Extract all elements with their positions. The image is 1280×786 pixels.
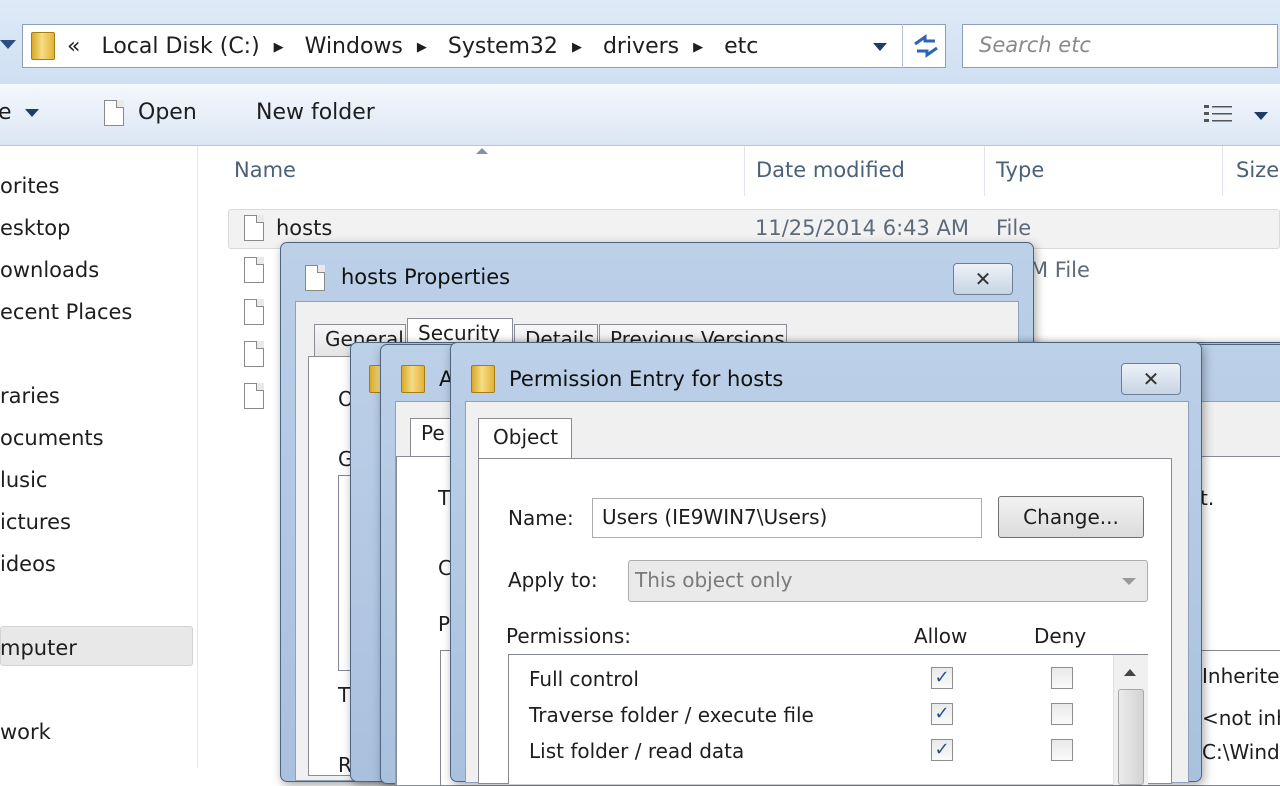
- refresh-icon[interactable]: [902, 24, 948, 68]
- file-type: File: [996, 216, 1032, 240]
- sort-ascending-icon: [476, 148, 488, 154]
- breadcrumb-drivers[interactable]: drivers: [603, 34, 679, 59]
- file-icon: [244, 383, 264, 409]
- scrollbar[interactable]: [1113, 655, 1148, 785]
- column-header-name[interactable]: Name: [234, 146, 296, 208]
- open-button[interactable]: Open: [138, 100, 197, 125]
- file-name[interactable]: hosts: [276, 216, 332, 240]
- dialog-title: hosts Properties: [341, 265, 511, 289]
- permission-name: Traverse folder / execute file: [529, 703, 814, 727]
- breadcrumb-etc[interactable]: etc: [724, 34, 758, 59]
- partial-label: T: [438, 486, 451, 510]
- nav-item-recent-places[interactable]: ecent Places: [0, 300, 132, 324]
- chevron-down-icon: [24, 109, 39, 117]
- name-field[interactable]: Users (IE9WIN7\Users): [592, 498, 982, 538]
- permission-name: List folder / read data: [529, 739, 745, 763]
- nav-item-videos[interactable]: ideos: [0, 552, 56, 576]
- name-label: Name:: [508, 506, 574, 530]
- file-date: 11/25/2014 6:43 AM: [755, 216, 970, 240]
- file-icon: [244, 341, 264, 367]
- chevron-right-icon[interactable]: ▶: [417, 40, 427, 55]
- dialog-body: Object Name: Users (IE9WIN7\Users) Chang…: [465, 401, 1189, 785]
- partial-label: T: [338, 683, 351, 707]
- chevron-right-icon[interactable]: ▶: [572, 40, 582, 55]
- command-bar: e Open New folder: [0, 84, 1280, 146]
- deny-checkbox[interactable]: [1051, 739, 1073, 761]
- nav-item-libraries[interactable]: raries: [0, 384, 60, 408]
- column-divider[interactable]: [744, 146, 745, 196]
- explorer-titlebar: « Local Disk (C:) ▶ Windows ▶ System32 ▶ dr…: [0, 0, 1280, 84]
- breadcrumb-overflow[interactable]: «: [67, 34, 80, 59]
- organize-label: e: [0, 100, 12, 125]
- file-type: M File: [1030, 258, 1090, 282]
- deny-checkbox[interactable]: [1051, 703, 1073, 725]
- table-cell[interactable]: C:\Windo: [1202, 740, 1280, 764]
- file-icon: [244, 299, 264, 325]
- close-button[interactable]: ✕: [953, 263, 1013, 295]
- chevron-right-icon[interactable]: ▶: [693, 40, 703, 55]
- column-header-inherited[interactable]: Inherited: [1202, 664, 1280, 688]
- tab-object[interactable]: Object: [478, 418, 572, 458]
- folder-icon: [471, 365, 495, 393]
- column-header-type[interactable]: Type: [996, 146, 1044, 208]
- description-text-end: t.: [1200, 486, 1215, 510]
- close-button[interactable]: ✕: [1121, 363, 1181, 395]
- column-divider[interactable]: [984, 146, 985, 196]
- dialog-title: Permission Entry for hosts: [509, 367, 784, 391]
- permissions-list: Full control ✓ Traverse folder / execute…: [508, 654, 1148, 785]
- nav-item-network[interactable]: work: [0, 720, 51, 744]
- new-folder-button[interactable]: New folder: [256, 100, 375, 125]
- back-dropdown-icon[interactable]: [0, 40, 16, 49]
- allow-checkbox[interactable]: ✓: [931, 703, 953, 725]
- scroll-up-icon[interactable]: [1124, 669, 1136, 676]
- breadcrumb-local-disk[interactable]: Local Disk (C:): [101, 34, 259, 59]
- navigation-pane: orites esktop ownloads ecent Places rari…: [0, 146, 198, 768]
- address-bar[interactable]: « Local Disk (C:) ▶ Windows ▶ System32 ▶ dr…: [22, 24, 946, 68]
- nav-item-desktop[interactable]: esktop: [0, 216, 70, 240]
- breadcrumb-system32[interactable]: System32: [448, 34, 558, 59]
- nav-item-computer[interactable]: mputer: [0, 636, 77, 660]
- chevron-right-icon[interactable]: ▶: [274, 40, 284, 55]
- breadcrumb: « Local Disk (C:) ▶ Windows ▶ System32 ▶ dr…: [67, 34, 772, 59]
- scrollbar-thumb[interactable]: [1118, 689, 1144, 785]
- folder-icon: [401, 365, 425, 393]
- address-dropdown-icon[interactable]: [873, 43, 887, 51]
- allow-checkbox[interactable]: ✓: [931, 739, 953, 761]
- file-icon: [305, 265, 325, 291]
- apply-to-select[interactable]: This object only: [628, 560, 1148, 602]
- folder-icon: [31, 32, 55, 60]
- nav-item-documents[interactable]: ocuments: [0, 426, 104, 450]
- file-icon: [244, 215, 264, 241]
- nav-item-downloads[interactable]: ownloads: [0, 258, 99, 282]
- apply-to-label: Apply to:: [508, 568, 598, 592]
- allow-checkbox[interactable]: ✓: [931, 667, 953, 689]
- nav-item-pictures[interactable]: ictures: [0, 510, 71, 534]
- deny-column-header: Deny: [1034, 624, 1087, 648]
- file-icon: [244, 257, 264, 283]
- breadcrumb-windows[interactable]: Windows: [305, 34, 403, 59]
- organize-menu[interactable]: e: [0, 100, 39, 125]
- permission-entry-dialog: Permission Entry for hosts ✕ Object Name…: [450, 342, 1202, 785]
- deny-checkbox[interactable]: [1051, 667, 1073, 689]
- nav-item-music[interactable]: lusic: [0, 468, 47, 492]
- view-dropdown-icon[interactable]: [1254, 112, 1268, 120]
- search-input[interactable]: Search etc: [962, 24, 1278, 68]
- column-header-size[interactable]: Size: [1236, 146, 1279, 208]
- permission-name: Full control: [529, 667, 639, 691]
- column-divider[interactable]: [1222, 146, 1223, 196]
- file-icon: [104, 100, 124, 126]
- column-header-date[interactable]: Date modified: [756, 146, 905, 208]
- partial-label: P: [438, 612, 451, 636]
- view-options-icon[interactable]: [1204, 104, 1234, 126]
- permissions-label: Permissions:: [506, 624, 632, 648]
- change-button[interactable]: Change...: [998, 496, 1144, 538]
- allow-column-header: Allow: [914, 624, 968, 648]
- chevron-down-icon[interactable]: [1122, 578, 1136, 585]
- nav-item-favorites[interactable]: orites: [0, 174, 59, 198]
- table-cell[interactable]: <not inh: [1202, 706, 1280, 730]
